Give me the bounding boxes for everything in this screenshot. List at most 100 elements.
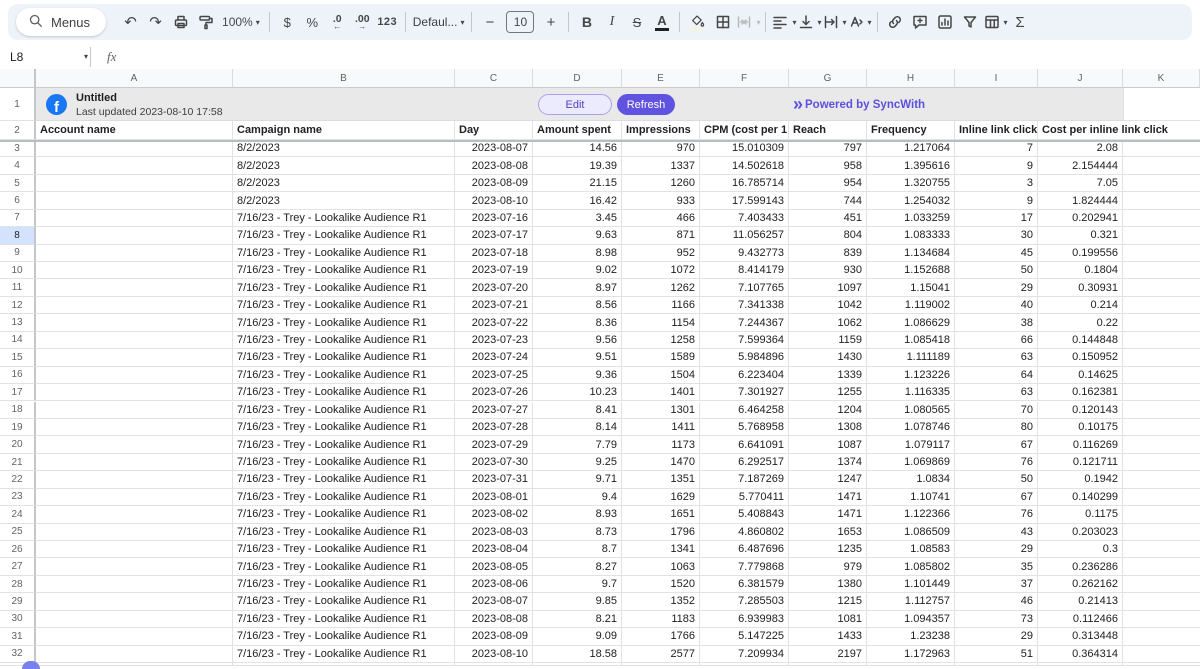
merge-cells-button[interactable]: ▾ [735, 9, 760, 35]
cell-amount-spent-17[interactable]: 10.23 [533, 384, 622, 401]
row-header-19[interactable]: 19 [0, 419, 36, 436]
cell-amount-spent-32[interactable]: 18.58 [533, 646, 622, 663]
cell-impressions-29[interactable]: 1352 [622, 593, 700, 610]
cell-inline-link-clicks-9[interactable]: 45 [955, 245, 1038, 262]
row-header-16[interactable]: 16 [0, 367, 36, 384]
cell-frequency-26[interactable]: 1.08583 [867, 541, 955, 558]
cell-cost-per-click-32[interactable]: 0.364314 [1038, 646, 1123, 663]
cell-impressions-20[interactable]: 1173 [622, 436, 700, 453]
cell-campaign-name-20[interactable]: 7/16/23 - Trey - Lookalike Audience R1 [233, 436, 455, 453]
cell-A29[interactable] [36, 593, 233, 610]
row-header-9[interactable]: 9 [0, 245, 36, 262]
font-family-select[interactable]: Defaul... ▾ [411, 9, 467, 35]
decrease-decimals-button[interactable]: .0← [325, 9, 350, 35]
cell-cost-per-click-16[interactable]: 0.14625 [1038, 367, 1123, 384]
field-header-reach[interactable]: Reach [789, 121, 867, 140]
fill-color-button[interactable] [685, 9, 710, 35]
cell-inline-link-clicks-3[interactable]: 7 [955, 140, 1038, 157]
cell-reach-14[interactable]: 1159 [789, 332, 867, 349]
cell-frequency-23[interactable]: 1.10741 [867, 489, 955, 506]
cell-A30[interactable] [36, 611, 233, 628]
cell-amount-spent-30[interactable]: 8.21 [533, 611, 622, 628]
cell-reach-30[interactable]: 1081 [789, 611, 867, 628]
row-header-21[interactable]: 21 [0, 454, 36, 471]
cell-K14[interactable] [1123, 332, 1200, 349]
cell-K31[interactable] [1123, 628, 1200, 645]
create-filter-button[interactable] [958, 9, 983, 35]
cell-A32[interactable] [36, 646, 233, 663]
cell-K20[interactable] [1123, 436, 1200, 453]
cell-reach-19[interactable]: 1308 [789, 419, 867, 436]
field-header-inline-link-clicks[interactable]: Inline link clicks [955, 121, 1038, 140]
cell-impressions-18[interactable]: 1301 [622, 402, 700, 419]
cell-A28[interactable] [36, 576, 233, 593]
bold-button[interactable]: B [574, 9, 599, 35]
cell-day-27[interactable]: 2023-08-05 [455, 558, 533, 575]
cell-cpm-25[interactable]: 4.860802 [700, 524, 789, 541]
cell-K22[interactable] [1123, 471, 1200, 488]
cell-inline-link-clicks-24[interactable]: 76 [955, 506, 1038, 523]
strikethrough-button[interactable]: S [624, 9, 649, 35]
cell-impressions-27[interactable]: 1063 [622, 558, 700, 575]
cell-cpm-8[interactable]: 11.056257 [700, 227, 789, 244]
cell-inline-link-clicks-27[interactable]: 35 [955, 558, 1038, 575]
cell-frequency-17[interactable]: 1.116335 [867, 384, 955, 401]
cell-A8[interactable] [36, 227, 233, 244]
cell-impressions-8[interactable]: 871 [622, 227, 700, 244]
cell-impressions-7[interactable]: 466 [622, 210, 700, 227]
cell-inline-link-clicks-8[interactable]: 30 [955, 227, 1038, 244]
cell-frequency-6[interactable]: 1.254032 [867, 192, 955, 209]
cell-day-13[interactable]: 2023-07-22 [455, 314, 533, 331]
cell-reach-9[interactable]: 839 [789, 245, 867, 262]
cell-impressions-32[interactable]: 2577 [622, 646, 700, 663]
cell-K16[interactable] [1123, 367, 1200, 384]
borders-button[interactable] [710, 9, 735, 35]
cell-amount-spent-29[interactable]: 9.85 [533, 593, 622, 610]
cell-impressions-16[interactable]: 1504 [622, 367, 700, 384]
row-header-11[interactable]: 11 [0, 279, 36, 296]
cell-cost-per-click-27[interactable]: 0.236286 [1038, 558, 1123, 575]
cell-day-5[interactable]: 2023-08-09 [455, 175, 533, 192]
row-header-14[interactable]: 14 [0, 332, 36, 349]
cell-K10[interactable] [1123, 262, 1200, 279]
cell-day-10[interactable]: 2023-07-19 [455, 262, 533, 279]
number-format-button[interactable]: 123 [375, 9, 400, 35]
vertical-align-button[interactable]: ▾ [797, 9, 822, 35]
cell-A11[interactable] [36, 279, 233, 296]
cell-cost-per-click-21[interactable]: 0.121711 [1038, 454, 1123, 471]
cell-impressions-3[interactable]: 970 [622, 140, 700, 157]
cell-cpm-3[interactable]: 15.010309 [700, 140, 789, 157]
cell-K17[interactable] [1123, 384, 1200, 401]
functions-button[interactable]: Σ [1008, 9, 1033, 35]
cell-reach-27[interactable]: 979 [789, 558, 867, 575]
cell-inline-link-clicks-5[interactable]: 3 [955, 175, 1038, 192]
row-header-25[interactable]: 25 [0, 524, 36, 541]
row-header-8[interactable]: 8 [0, 227, 36, 244]
cell-cost-per-click-14[interactable]: 0.144848 [1038, 332, 1123, 349]
cell-K29[interactable] [1123, 593, 1200, 610]
cell-K4[interactable] [1123, 157, 1200, 174]
cell-A9[interactable] [36, 245, 233, 262]
cell-amount-spent-24[interactable]: 8.93 [533, 506, 622, 523]
cell-campaign-name-28[interactable]: 7/16/23 - Trey - Lookalike Audience R1 [233, 576, 455, 593]
horizontal-align-button[interactable]: ▾ [771, 9, 796, 35]
cell-campaign-name-10[interactable]: 7/16/23 - Trey - Lookalike Audience R1 [233, 262, 455, 279]
cell-frequency-20[interactable]: 1.079117 [867, 436, 955, 453]
cell-cpm-22[interactable]: 7.187269 [700, 471, 789, 488]
cell-reach-13[interactable]: 1062 [789, 314, 867, 331]
cell-reach-16[interactable]: 1339 [789, 367, 867, 384]
cell-campaign-name-26[interactable]: 7/16/23 - Trey - Lookalike Audience R1 [233, 541, 455, 558]
cell-campaign-name-7[interactable]: 7/16/23 - Trey - Lookalike Audience R1 [233, 210, 455, 227]
cell-day-14[interactable]: 2023-07-23 [455, 332, 533, 349]
cell-inline-link-clicks-11[interactable]: 29 [955, 279, 1038, 296]
field-header-frequency[interactable]: Frequency [867, 121, 955, 140]
cell-campaign-name-23[interactable]: 7/16/23 - Trey - Lookalike Audience R1 [233, 489, 455, 506]
cell-frequency-18[interactable]: 1.080565 [867, 402, 955, 419]
cell-day-12[interactable]: 2023-07-21 [455, 297, 533, 314]
cell-day-4[interactable]: 2023-08-08 [455, 157, 533, 174]
row-header-28[interactable]: 28 [0, 576, 36, 593]
row-header-7[interactable]: 7 [0, 210, 36, 227]
cell-amount-spent-14[interactable]: 9.56 [533, 332, 622, 349]
cell-reach-23[interactable]: 1471 [789, 489, 867, 506]
cell-impressions-25[interactable]: 1796 [622, 524, 700, 541]
